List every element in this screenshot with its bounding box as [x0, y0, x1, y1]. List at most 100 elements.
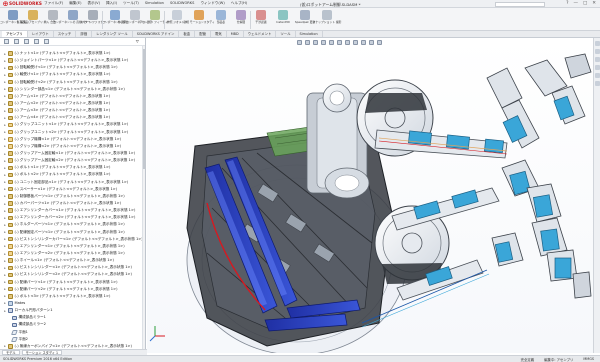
command-tab[interactable]: ツール: [276, 31, 296, 37]
tree-item[interactable]: ▸ (-) グリップユニット<2> (デフォルト<<デフォルト>_表示状態 1>): [0, 129, 146, 136]
tree-item[interactable]: ▸ (-) ジョイントパーツ<1> (デフォルト<<デフォルト>_表示状態 1>): [0, 57, 146, 64]
command-tab[interactable]: レンダリング ツール: [92, 31, 133, 37]
expand-arrow-icon[interactable]: ▸: [3, 137, 7, 141]
view-palette-icon[interactable]: [595, 65, 600, 70]
expand-arrow-icon[interactable]: ▸: [3, 273, 7, 277]
ribbon-button-10[interactable]: 部品表: [212, 10, 230, 30]
tree-item[interactable]: ▸ (-) ホイール<1> (デフォルト<<デフォルト>_表示状態 1>): [0, 257, 146, 264]
menu-help[interactable]: ヘルプ(H): [231, 1, 247, 6]
ribbon-button-13[interactable]: Instant3D: [274, 10, 292, 30]
tree-item[interactable]: ▸ (-) ナット<1> (デフォルト<<デフォルト>_表示状態 1>): [0, 50, 146, 57]
command-tab[interactable]: レイアウト: [28, 31, 54, 37]
menu-edit[interactable]: 編集(E): [69, 1, 81, 6]
expand-arrow-icon[interactable]: ▸: [3, 166, 7, 170]
ribbon-button-1[interactable]: 既存部品/アセンブリ 挿入: [17, 10, 49, 30]
expand-arrow-icon[interactable]: ▸: [3, 109, 7, 113]
status-units[interactable]: MMGS: [583, 357, 594, 362]
expand-arrow-icon[interactable]: ▸: [3, 87, 7, 91]
graphics-area[interactable]: [147, 38, 600, 353]
expand-arrow-icon[interactable]: ▸: [3, 301, 7, 305]
ribbon-button-4[interactable]: スマート ファスナー: [80, 10, 106, 30]
tree-item[interactable]: ▸ (-) アーム<3> (デフォルト<<デフォルト>_表示状態 1>): [0, 107, 146, 114]
expand-arrow-icon[interactable]: ▸: [3, 94, 7, 98]
menu-insert[interactable]: 挿入(I): [106, 1, 117, 6]
tree-item[interactable]: ▸ (-) エアシリンダー<2> (デフォルト<<デフォルト>_表示状態 1>): [0, 250, 146, 257]
ribbon-button-9[interactable]: 新規 モーションスタディ: [183, 10, 215, 30]
tree-item[interactable]: ▸ (-) グリップユニット<1> (デフォルト<<デフォルト>_表示状態 1>): [0, 121, 146, 128]
tree-item[interactable]: ▸ (-) アーム<1> (デフォルト<<デフォルト>_表示状態 1>): [0, 93, 146, 100]
expand-arrow-icon[interactable]: ▸: [3, 266, 7, 270]
tree-item[interactable]: ▸ (-) 配線パーツ<1> (デフォルト<<デフォルト>_表示状態 1>): [0, 279, 146, 286]
ribbon-button-15[interactable]: スナップショット 撮影: [313, 10, 341, 30]
tree-item[interactable]: ▸ (-) ホルダーパーツ<1> (デフォルト<<デフォルト>_表示状態 1>): [0, 221, 146, 228]
ribbon-button-12[interactable]: 干渉認識: [252, 10, 270, 30]
command-tab[interactable]: SOLIDWORKS アドイン: [133, 31, 180, 37]
command-tab[interactable]: スケッチ: [54, 31, 77, 37]
tree-item[interactable]: ▸ (-) アーム<2> (デフォルト<<デフォルト>_表示状態 1>): [0, 100, 146, 107]
expand-arrow-icon[interactable]: ▸: [3, 309, 7, 313]
feature-tree-tab-icon[interactable]: [4, 39, 9, 44]
expand-arrow-icon[interactable]: ▸: [3, 344, 7, 348]
menu-tools[interactable]: ツール(T): [123, 1, 139, 6]
expand-arrow-icon[interactable]: ▸: [3, 223, 7, 227]
expand-arrow-icon[interactable]: ▸: [3, 187, 7, 191]
resources-icon[interactable]: [595, 41, 600, 46]
menu-solidworks[interactable]: SOLIDWORKS: [170, 1, 194, 6]
expand-arrow-icon[interactable]: ▸: [3, 102, 7, 106]
tree-item[interactable]: ▸ (-) 回転軸受け<1> (デフォルト<<デフォルト>_表示状態 1>): [0, 64, 146, 71]
command-tab[interactable]: Simulation: [296, 31, 323, 37]
command-tab[interactable]: 評価: [76, 31, 93, 37]
expand-arrow-icon[interactable]: ▸: [3, 152, 7, 156]
command-tab[interactable]: MBD: [227, 31, 244, 37]
command-tab[interactable]: アセンブリ: [2, 31, 28, 37]
expand-arrow-icon[interactable]: ▸: [3, 73, 7, 77]
expand-arrow-icon[interactable]: ▸: [3, 252, 7, 256]
ribbon-button-14[interactable]: Speedpak 更新: [295, 10, 315, 30]
maximize-button[interactable]: □: [583, 1, 587, 6]
tree-item[interactable]: ▸ (-) ピストンシリンダー<1> (デフォルト<<デフォルト>_表示状態 1>…: [0, 264, 146, 271]
expand-arrow-icon[interactable]: ▸: [3, 202, 7, 206]
command-tab[interactable]: 板金: [179, 31, 196, 37]
tree-item[interactable]: ▸ (-) 配線固定パーツ<1> (デフォルト<<デフォルト>_表示状態 1>): [0, 229, 146, 236]
command-tab[interactable]: ウェルドメント: [244, 31, 277, 37]
close-button[interactable]: ✕: [592, 1, 596, 6]
tree-item[interactable]: ▸ (-) 軸受け<1> (デフォルト<<デフォルト>_表示状態 1>): [0, 71, 146, 78]
dimxpert-tab-icon[interactable]: [34, 39, 39, 44]
tree-item[interactable]: ▸ ローカル円形パターン1: [0, 307, 146, 314]
tree-item[interactable]: ▸ (-) ユニット固定部品<1> (デフォルト<<デフォルト>_表示状態 1>): [0, 179, 146, 186]
robot-arm-model[interactable]: [147, 38, 593, 353]
tree-item[interactable]: ▸ (-) アーム<4> (デフォルト<<デフォルト>_表示状態 1>): [0, 114, 146, 121]
ribbon-button-7[interactable]: アセンブリ フィーチャー: [139, 10, 171, 30]
tree-item[interactable]: ▸ (-) エアシリンダーカバー<1> (デフォルト<<デフォルト>_表示状態 1…: [0, 207, 146, 214]
file-explorer-icon[interactable]: [595, 57, 600, 62]
expand-arrow-icon[interactable]: ▸: [3, 159, 7, 163]
command-tab[interactable]: 配管: [195, 31, 211, 37]
tree-item[interactable]: ▸ (-) ピストンシリンダー<2> (デフォルト<<デフォルト>_表示状態 1>…: [0, 271, 146, 278]
tree-item[interactable]: ▸ (-) エアシリンダー<1> (デフォルト<<デフォルト>_表示状態 1>): [0, 243, 146, 250]
app-logo[interactable]: ⨁ SOLIDWORKS: [0, 0, 44, 8]
expand-arrow-icon[interactable]: ▸: [3, 237, 7, 241]
display-tab-icon[interactable]: [44, 39, 49, 44]
command-tab[interactable]: 電気: [211, 31, 227, 37]
tree-item[interactable]: ▸ (-) カバーパーツ<1> (デフォルト<<デフォルト>_表示状態 1>): [0, 200, 146, 207]
tree-item[interactable]: ▸ (-) ボルト<1> (デフォルト<<デフォルト>_表示状態 1>): [0, 164, 146, 171]
tree-item[interactable]: ▸ (-) シリンダー部品<1> (デフォルト<<デフォルト>_表示状態 1>): [0, 86, 146, 93]
property-tab-icon[interactable]: [14, 39, 19, 44]
search-input[interactable]: [495, 1, 545, 7]
expand-arrow-icon[interactable]: ▸: [3, 123, 7, 127]
tree-item[interactable]: ▸ (-) グリップ機構<1> (デフォルト<<デフォルト>_表示状態 1>): [0, 136, 146, 143]
tree-item[interactable]: ▸ (-) ピストンシリンダーカバー<1> (デフォルト<<デフォルト>_表示状態…: [0, 236, 146, 243]
expand-arrow-icon[interactable]: ▸: [3, 66, 7, 70]
tree-item[interactable]: ▸ (-) スペーサー<1> (デフォルト<<デフォルト>_表示状態 1>): [0, 186, 146, 193]
tree-item[interactable]: 平面2: [0, 336, 146, 343]
help-icon[interactable]: ?: [566, 1, 568, 6]
tree-item[interactable]: 構成部品ミラー1: [0, 314, 146, 321]
tree-item[interactable]: ▸ (-) グリップ機構<2> (デフォルト<<デフォルト>_表示状態 1>): [0, 143, 146, 150]
expand-arrow-icon[interactable]: ▸: [3, 59, 7, 63]
ribbon-button-11[interactable]: 分解図: [232, 10, 250, 30]
menu-window[interactable]: ウィンドウ(W): [200, 1, 224, 6]
tree-item[interactable]: ▸ (-) グリップアーム固定軸<1> (デフォルト<<デフォルト>_表示状態 1…: [0, 150, 146, 157]
appearances-icon[interactable]: [595, 73, 600, 78]
tree-item[interactable]: ▸ (-) 配線パーツ<2> (デフォルト<<デフォルト>_表示状態 1>): [0, 286, 146, 293]
menu-file[interactable]: ファイル(F): [44, 1, 63, 6]
